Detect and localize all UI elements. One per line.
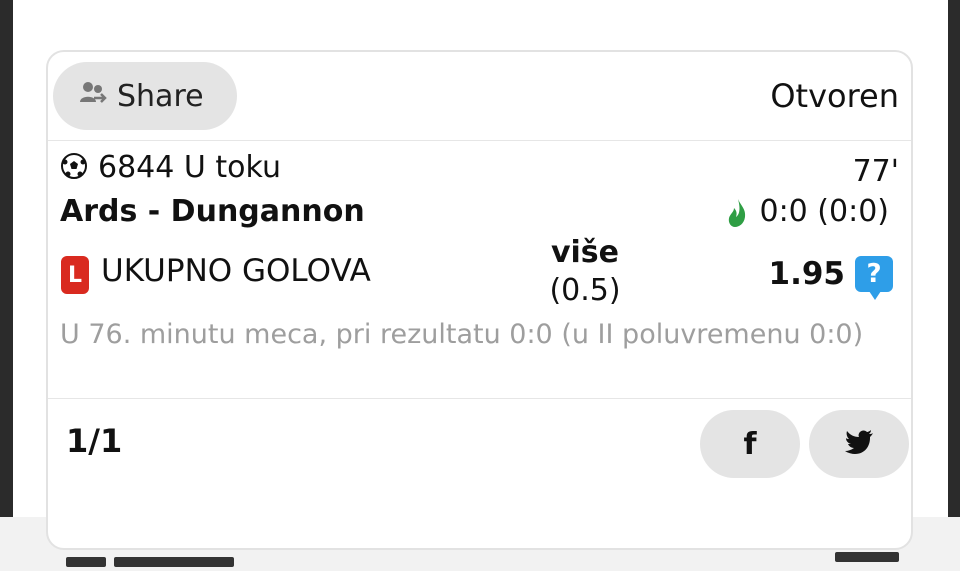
live-flame-icon	[726, 198, 748, 228]
facebook-icon: f	[743, 426, 757, 462]
next-row-partial-text	[66, 552, 256, 567]
match-score: 0:0 (0:0)	[759, 194, 889, 229]
right-frame-edge	[948, 0, 960, 517]
divider	[48, 140, 911, 141]
left-frame-edge	[0, 0, 13, 517]
page-background: Share Otvoren 6844 U toku 77' Ards - Dun…	[13, 0, 948, 567]
bet-ticket-card: Share Otvoren 6844 U toku 77' Ards - Dun…	[46, 50, 913, 567]
soccer-ball-icon	[60, 152, 88, 180]
next-row-partial-value	[835, 552, 899, 562]
twitter-share-button[interactable]	[809, 410, 909, 478]
facebook-share-button[interactable]: f	[700, 410, 800, 478]
bet-odds: 1.95	[768, 256, 846, 292]
match-teams: Ards - Dungannon	[60, 194, 365, 229]
bet-pick-line: (0.5)	[549, 273, 621, 308]
help-icon[interactable]: ?	[855, 256, 893, 300]
divider	[48, 398, 911, 399]
bet-description: U 76. minutu meca, pri rezultatu 0:0 (u …	[60, 319, 864, 350]
match-id-status: 6844 U toku	[98, 150, 281, 185]
live-badge: L	[61, 256, 89, 294]
share-label: Share	[117, 78, 204, 114]
ticket-status: Otvoren	[770, 77, 899, 115]
share-people-icon	[79, 79, 107, 114]
bet-market: UKUPNO GOLOVA	[101, 253, 371, 289]
bet-pick-label: više	[550, 235, 620, 270]
match-minute: 77'	[852, 154, 899, 189]
twitter-icon	[844, 429, 874, 459]
ticket-count: 1/1	[66, 422, 123, 460]
bet-pick: više (0.5)	[545, 234, 625, 310]
share-button[interactable]: Share	[53, 62, 237, 130]
